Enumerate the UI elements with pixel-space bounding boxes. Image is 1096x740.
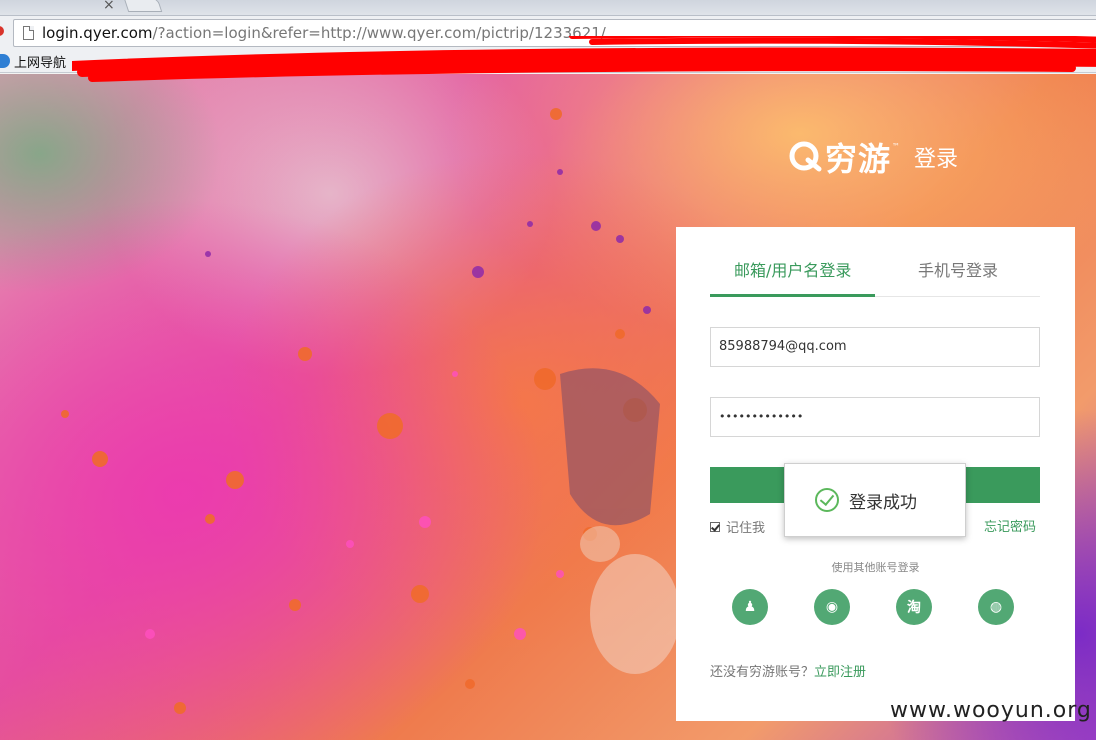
taobao-icon: 淘: [907, 600, 921, 616]
url-path: /?action=login&refer=http://www.qyer.com…: [152, 24, 606, 42]
signup-prompt-text: 还没有穷游账号？: [710, 665, 815, 680]
qq-login-button[interactable]: ♟: [732, 589, 768, 625]
other-login-title: 使用其他账号登录: [831, 561, 920, 574]
password-input[interactable]: •••••••••••••: [710, 397, 1040, 437]
remember-me[interactable]: 记住我: [710, 517, 765, 536]
qyer-logo[interactable]: 穷游 ™ 登录: [787, 134, 958, 180]
forgot-password-link[interactable]: 忘记密码: [984, 516, 1036, 535]
login-success-toast: 登录成功: [784, 463, 966, 537]
bookmarks-bar: 上网导航: [0, 49, 1096, 73]
signup-prompt: 还没有穷游账号？立即注册: [710, 661, 866, 680]
url-text: login.qyer.com/?action=login&refer=http:…: [42, 24, 606, 42]
check-circle-icon: [815, 488, 839, 512]
login-tabs: 邮箱/用户名登录 手机号登录: [710, 227, 1040, 297]
new-tab-button[interactable]: [123, 0, 163, 12]
signup-link[interactable]: 立即注册: [814, 665, 866, 680]
remember-checkbox[interactable]: [710, 521, 720, 532]
url-host: login.qyer.com: [42, 24, 153, 42]
wechat-icon: ◍: [989, 599, 1003, 615]
bookmark-item[interactable]: 上网导航: [14, 52, 66, 71]
page-title: 登录: [914, 147, 959, 172]
q-logo-icon: [787, 139, 823, 175]
remember-label: 记住我: [726, 521, 766, 536]
tab-close-icon[interactable]: ×: [103, 0, 115, 13]
source-watermark: www.wooyun.org: [890, 698, 1092, 723]
ie-icon: [0, 54, 10, 68]
page-icon: [23, 26, 34, 40]
active-tab-indicator: [710, 294, 875, 297]
login-page-background: 穷游 ™ 登录 邮箱/用户名登录 手机号登录 85988794@qq.com •…: [0, 74, 1096, 740]
weibo-login-button[interactable]: ◉: [814, 589, 850, 625]
toast-message: 登录成功: [849, 492, 917, 513]
taobao-login-button[interactable]: 淘: [896, 589, 932, 625]
trademark-mark: ™: [892, 142, 901, 151]
address-bar[interactable]: login.qyer.com/?action=login&refer=http:…: [13, 19, 1096, 47]
username-input[interactable]: 85988794@qq.com: [710, 327, 1040, 367]
tab-email-login[interactable]: 邮箱/用户名登录: [734, 257, 851, 281]
browser-tabstrip: ×: [0, 0, 1096, 16]
wechat-login-button[interactable]: ◍: [978, 589, 1014, 625]
brand-name: 穷游: [825, 140, 892, 178]
weibo-icon: ◉: [825, 599, 839, 615]
qq-icon: ♟: [743, 599, 757, 615]
tab-phone-login[interactable]: 手机号登录: [918, 257, 998, 281]
